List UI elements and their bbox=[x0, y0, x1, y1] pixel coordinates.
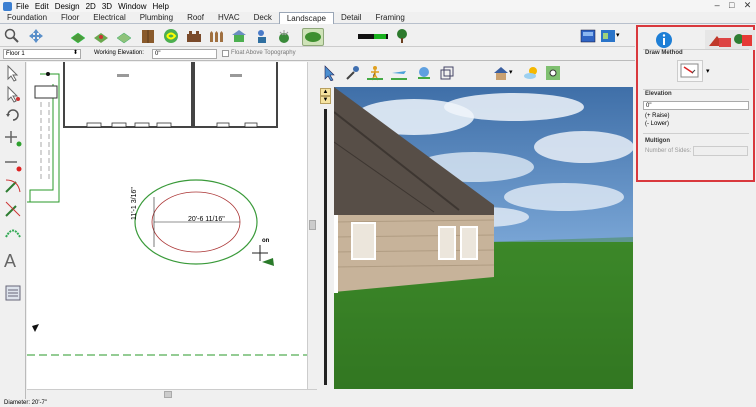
add-point-icon[interactable] bbox=[4, 129, 22, 147]
tab-materials[interactable] bbox=[705, 30, 755, 50]
tab-roof[interactable]: Roof bbox=[180, 12, 211, 24]
scroll-thumb[interactable] bbox=[309, 220, 316, 230]
view-cube-icon[interactable] bbox=[439, 65, 455, 81]
fly-icon[interactable] bbox=[391, 65, 407, 81]
design-tabs: Foundation Floor Electrical Plumbing Roo… bbox=[0, 12, 756, 24]
close-button[interactable]: ✕ bbox=[744, 0, 752, 12]
zoom-icon[interactable] bbox=[4, 28, 20, 44]
render-settings-icon[interactable] bbox=[545, 65, 561, 81]
dimension-vertical: 11'-1 3/16" bbox=[131, 187, 138, 220]
menu-file[interactable]: File bbox=[15, 2, 34, 11]
tab-deck[interactable]: Deck bbox=[247, 12, 279, 24]
select-arrow-icon[interactable] bbox=[4, 64, 22, 82]
tab-hvac[interactable]: HVAC bbox=[211, 12, 247, 24]
sprinkler-tool-icon[interactable] bbox=[276, 28, 292, 44]
cursor-label: on bbox=[262, 238, 270, 244]
3d-view-toolbar: ▾ bbox=[317, 62, 635, 87]
break-edge-icon[interactable] bbox=[4, 200, 22, 218]
window-controls: – □ ✕ bbox=[710, 0, 756, 12]
working-elevation-label: Working Elevation: bbox=[94, 50, 144, 56]
slider-up-icon[interactable]: ▲ bbox=[320, 88, 331, 96]
fence-tool-icon[interactable] bbox=[208, 28, 224, 44]
draw-method-label: Draw Method bbox=[645, 50, 683, 56]
weather-icon[interactable] bbox=[523, 65, 539, 81]
dimension-horizontal: 20'-6 11/16" bbox=[188, 216, 225, 223]
elevation-input[interactable]: 0" bbox=[643, 101, 749, 110]
layers-icon[interactable] bbox=[4, 284, 22, 302]
number-of-sides-label: Number of Sides: bbox=[645, 148, 692, 154]
chevron-down-icon[interactable]: ▾ bbox=[509, 65, 515, 81]
planter-tool-icon[interactable] bbox=[116, 28, 132, 44]
working-elevation-input[interactable]: 0" bbox=[152, 49, 217, 59]
select-points-icon[interactable] bbox=[4, 85, 22, 103]
retaining-wall-icon[interactable] bbox=[356, 28, 394, 44]
hose-tool-icon[interactable] bbox=[163, 28, 179, 44]
view-layout-icon[interactable] bbox=[580, 28, 596, 44]
eyedropper-icon[interactable] bbox=[344, 65, 360, 81]
menu-2d[interactable]: 2D bbox=[85, 2, 101, 11]
minimize-button[interactable]: – bbox=[715, 0, 720, 12]
house-view-icon[interactable] bbox=[493, 65, 509, 81]
orbit-icon[interactable] bbox=[416, 65, 432, 81]
menu-3d[interactable]: 3D bbox=[101, 2, 117, 11]
left-toolbox: A bbox=[0, 62, 26, 399]
plan-view[interactable]: 20'-6 11/16" 11'-1 3/16" on bbox=[27, 62, 307, 389]
number-of-sides-input[interactable] bbox=[693, 146, 748, 156]
multigon-label: Multigon bbox=[645, 138, 670, 144]
float-above-topography-label: Float Above Topography bbox=[231, 50, 296, 56]
3d-view[interactable] bbox=[334, 87, 633, 389]
curve-line-icon[interactable] bbox=[4, 222, 22, 240]
arc-edge-icon[interactable] bbox=[4, 176, 22, 194]
menu-window[interactable]: Window bbox=[117, 2, 151, 11]
menu-edit[interactable]: Edit bbox=[34, 2, 54, 11]
chevron-down-icon[interactable]: ▾ bbox=[706, 67, 710, 75]
plan-horizontal-scrollbar[interactable] bbox=[27, 389, 317, 399]
tab-framing[interactable]: Framing bbox=[368, 12, 411, 24]
terrain-tool-icon[interactable] bbox=[302, 28, 324, 46]
chevron-down-icon: ⬍ bbox=[73, 50, 79, 56]
tab-foundation[interactable]: Foundation bbox=[0, 12, 54, 24]
float-above-topography-checkbox[interactable] bbox=[222, 50, 229, 57]
landscape-object-icon[interactable] bbox=[254, 28, 270, 44]
pan-icon[interactable] bbox=[28, 28, 44, 44]
floor-select[interactable]: Floor 1 bbox=[3, 49, 81, 59]
object-properties-box: Draw Method ▾ Elevation 0" (+ Raise) (- … bbox=[636, 25, 755, 182]
rotate-icon[interactable] bbox=[4, 106, 22, 124]
menu-bar: File Edit Design 2D 3D Window Help bbox=[0, 0, 756, 12]
tab-plumbing[interactable]: Plumbing bbox=[133, 12, 180, 24]
lower-hint: (- Lower) bbox=[645, 121, 670, 127]
menu-help[interactable]: Help bbox=[152, 2, 174, 11]
slider-down-icon[interactable]: ▼ bbox=[320, 96, 331, 104]
paver-tool-icon[interactable] bbox=[70, 28, 86, 44]
gazebo-tool-icon[interactable] bbox=[231, 28, 247, 44]
status-bar: Diameter: 20'-7" bbox=[0, 399, 756, 407]
floor-bar: Floor 1 ⬍ Working Elevation: 0" Float Ab… bbox=[0, 48, 635, 61]
info-icon[interactable] bbox=[655, 31, 673, 49]
view-dropdown-icon[interactable]: ▾ bbox=[616, 28, 624, 44]
tab-landscape[interactable]: Landscape bbox=[278, 12, 335, 24]
select-3d-icon[interactable] bbox=[322, 65, 338, 82]
delete-point-icon[interactable] bbox=[4, 154, 22, 172]
cabinet-tool-icon[interactable] bbox=[140, 28, 156, 44]
raise-hint: (+ Raise) bbox=[645, 113, 670, 119]
app-icon bbox=[3, 1, 12, 11]
scroll-thumb[interactable] bbox=[164, 391, 172, 398]
camera-height-slider[interactable]: ▲ ▼ bbox=[317, 87, 334, 389]
plan-vertical-scrollbar[interactable] bbox=[307, 62, 317, 389]
slider-track[interactable] bbox=[324, 109, 327, 385]
stone-wall-tool-icon[interactable] bbox=[186, 28, 202, 44]
tree-tool-icon[interactable] bbox=[394, 28, 410, 44]
text-tool-icon[interactable]: A bbox=[4, 252, 22, 270]
flowerbed-tool-icon[interactable] bbox=[93, 28, 109, 44]
menu-design[interactable]: Design bbox=[54, 2, 85, 11]
tab-floor[interactable]: Floor bbox=[54, 12, 86, 24]
elevation-label: Elevation bbox=[645, 91, 672, 97]
walk-icon[interactable] bbox=[367, 65, 383, 81]
draw-method-button[interactable] bbox=[677, 60, 703, 82]
split-view-icon[interactable] bbox=[600, 28, 616, 44]
tab-detail[interactable]: Detail bbox=[334, 12, 368, 24]
maximize-button[interactable]: □ bbox=[729, 0, 734, 12]
tab-electrical[interactable]: Electrical bbox=[86, 12, 132, 24]
landscape-toolbar: ▾ bbox=[0, 25, 635, 47]
